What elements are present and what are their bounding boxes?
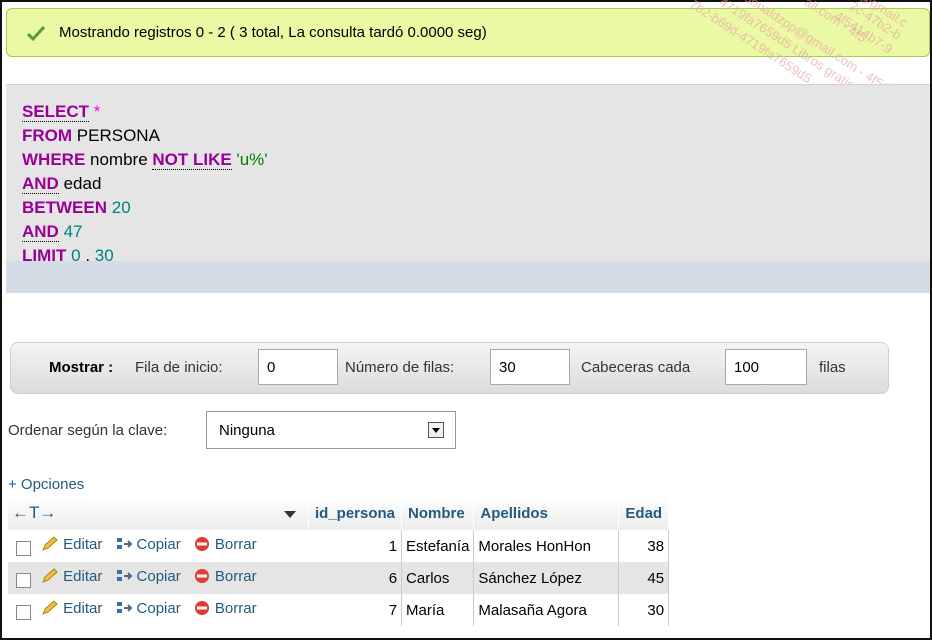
- numero-filas-label: Número de filas:: [345, 359, 455, 376]
- cabeceras-cada-input[interactable]: [725, 349, 807, 385]
- sort-key-select[interactable]: Ninguna: [206, 411, 456, 449]
- sql-query-box: SELECT * FROM PERSONA WHERE nombre NOT L…: [6, 84, 930, 293]
- copy-icon: [116, 538, 132, 550]
- column-header-edad[interactable]: Edad: [619, 496, 670, 530]
- pencil-icon: [42, 600, 58, 616]
- edit-button[interactable]: Editar: [41, 568, 102, 585]
- success-text: Mostrando registros 0 - 2 ( 3 total, La …: [59, 24, 487, 41]
- sql-keyword[interactable]: AND: [22, 222, 59, 242]
- table-row: Editar Copiar Borrar 1 Estefanía Morales…: [8, 530, 670, 562]
- cell-nombre: Estefanía: [402, 530, 475, 562]
- sql-keyword: BETWEEN: [22, 198, 107, 217]
- sort-selected-value: Ninguna: [219, 422, 275, 439]
- cell-apellidos: Malasaña Agora: [474, 594, 620, 626]
- results-table: ←T→ id_persona Nombre Apellidos Edad Edi…: [8, 496, 670, 626]
- cell-id: 1: [309, 530, 403, 562]
- copy-icon: [116, 602, 132, 614]
- fila-label: Fila de inicio:: [135, 359, 223, 376]
- cell-edad: 45: [619, 562, 670, 594]
- cell-edad: 30: [619, 594, 670, 626]
- sql-keyword: WHERE: [22, 150, 86, 169]
- numero-de-filas-input[interactable]: [490, 349, 570, 385]
- column-header-apellidos[interactable]: Apellidos: [474, 496, 620, 530]
- table-row: Editar Copiar Borrar 6 Carlos Sánchez Ló…: [8, 562, 670, 594]
- copy-icon: [116, 570, 132, 582]
- cell-edad: 38: [619, 530, 670, 562]
- column-controls: ←T→: [8, 496, 309, 530]
- navigation-form: Mostrar : Fila de inicio: Número de fila…: [10, 342, 889, 394]
- fila-de-inicio-input[interactable]: [258, 349, 338, 385]
- cell-id: 7: [309, 594, 403, 626]
- row-checkbox[interactable]: [16, 540, 31, 556]
- cell-nombre: María: [402, 594, 475, 626]
- row-checkbox[interactable]: [16, 572, 31, 588]
- row-checkbox[interactable]: [16, 604, 31, 620]
- cell-apellidos: Sánchez López: [474, 562, 620, 594]
- sql-box-footer: [6, 261, 930, 293]
- pencil-icon: [42, 568, 58, 584]
- column-header-nombre[interactable]: Nombre: [402, 496, 475, 530]
- opciones-link[interactable]: + Opciones: [8, 476, 84, 493]
- sql-keyword[interactable]: SELECT: [22, 102, 90, 122]
- cell-apellidos: Morales HonHon: [474, 530, 620, 562]
- delete-button[interactable]: Borrar: [193, 536, 257, 553]
- sort-triangle-icon[interactable]: [284, 511, 296, 518]
- filas-label: filas: [819, 359, 846, 376]
- sql-keyword: FROM: [22, 126, 73, 145]
- column-move-arrows[interactable]: ←T→: [12, 503, 56, 522]
- sort-label: Ordenar según la clave:: [8, 422, 168, 439]
- sql-keyword[interactable]: NOT LIKE: [152, 150, 232, 170]
- cell-id: 6: [309, 562, 403, 594]
- column-header-id-persona[interactable]: id_persona: [309, 496, 403, 530]
- sql-query: SELECT * FROM PERSONA WHERE nombre NOT L…: [22, 102, 268, 266]
- mostrar-label: Mostrar :: [49, 359, 114, 376]
- edit-button[interactable]: Editar: [41, 536, 102, 553]
- pencil-icon: [42, 536, 58, 552]
- cabeceras-label: Cabeceras cada: [581, 359, 691, 376]
- edit-button[interactable]: Editar: [41, 600, 102, 617]
- copy-button[interactable]: Copiar: [115, 600, 181, 617]
- table-row: Editar Copiar Borrar 7 María Malasaña Ag…: [8, 594, 670, 626]
- copy-button[interactable]: Copiar: [115, 536, 181, 553]
- success-message: Mostrando registros 0 - 2 ( 3 total, La …: [6, 8, 930, 57]
- delete-button[interactable]: Borrar: [193, 600, 257, 617]
- delete-icon: [194, 537, 209, 552]
- copy-button[interactable]: Copiar: [115, 568, 181, 585]
- delete-button[interactable]: Borrar: [193, 568, 257, 585]
- delete-icon: [194, 601, 209, 616]
- delete-icon: [194, 569, 209, 584]
- sql-keyword[interactable]: AND: [22, 174, 59, 194]
- table-header-row: ←T→ id_persona Nombre Apellidos Edad: [8, 496, 670, 530]
- check-icon: [27, 25, 45, 41]
- dropdown-arrow-icon[interactable]: [428, 422, 444, 438]
- cell-nombre: Carlos: [402, 562, 475, 594]
